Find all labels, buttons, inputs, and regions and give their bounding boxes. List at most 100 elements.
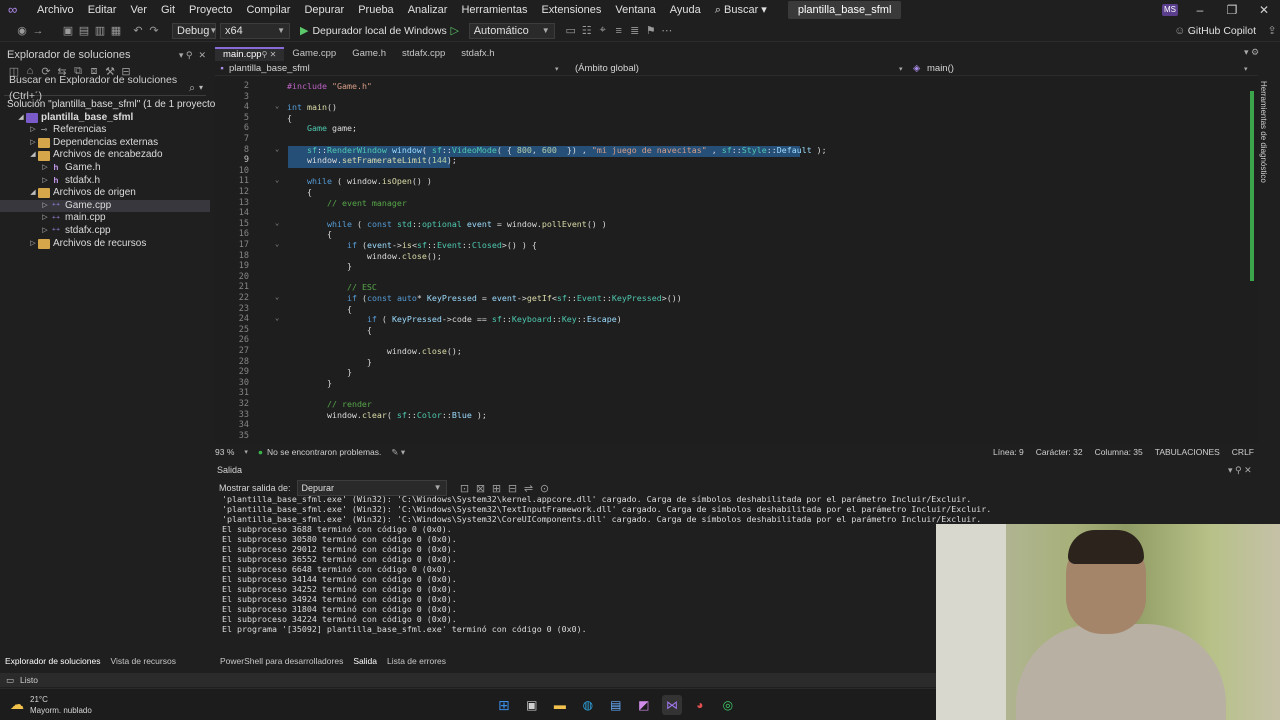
expand-chevron-icon[interactable]: ◢ — [28, 187, 38, 200]
code-line[interactable]: { — [287, 325, 372, 335]
code-line[interactable]: while ( const std::optional event = wind… — [287, 219, 607, 229]
code-line[interactable]: window.close(); — [287, 251, 442, 261]
notepad-icon[interactable]: ▤ — [606, 695, 626, 715]
output-find-icon[interactable]: ⊡ — [457, 482, 473, 495]
menu-item-prueba[interactable]: Prueba — [351, 0, 400, 20]
output-panel-controls-icon[interactable]: ▾ ⚲ ✕ — [1228, 465, 1252, 476]
tab-stdafx-cpp[interactable]: stdafx.cpp — [394, 47, 453, 61]
nav-scope-dropdown-icon[interactable]: ▾ — [899, 65, 913, 73]
bottom-tab-vista-de-recursos[interactable]: Vista de recursos — [105, 655, 181, 667]
fold-toggle-icon[interactable]: ⌄ — [275, 240, 279, 248]
editor-vertical-scrollbar[interactable] — [1247, 77, 1258, 444]
menu-item-compilar[interactable]: Compilar — [239, 0, 297, 20]
toolbar-tool-icon[interactable]: ▭ — [563, 24, 579, 37]
tree-item[interactable]: ▷ Archivos de recursos — [0, 238, 210, 251]
code-line[interactable]: if (const auto* KeyPressed = event->getI… — [287, 293, 682, 303]
output-text[interactable]: 'plantilla_base_sfml.exe' (Win32): 'C:\W… — [222, 494, 991, 634]
save-all-icon[interactable]: ▦ — [108, 24, 124, 37]
bottom-tab-powershell-para-desarrolladores[interactable]: PowerShell para desarrolladores — [215, 655, 348, 667]
copilot-button[interactable]: GitHub Copilot — [1188, 25, 1256, 37]
solution-search-input[interactable]: Buscar en Explorador de soluciones (Ctrl… — [4, 74, 206, 102]
code-line[interactable]: { — [287, 304, 352, 314]
menu-item-analizar[interactable]: Analizar — [401, 0, 455, 20]
bottom-tab-lista-de-errores[interactable]: Lista de errores — [382, 655, 451, 667]
tree-item[interactable]: ◢ plantilla_base_sfml — [0, 112, 210, 125]
share-icon[interactable]: ⇪ — [1264, 24, 1280, 37]
word-wrap-icon[interactable]: ⇌ — [521, 482, 537, 495]
edge-icon[interactable]: ◍ — [578, 695, 598, 715]
code-line[interactable]: if (event->is<sf::Event::Closed>() ) { — [287, 240, 537, 250]
close-icon[interactable]: ✕ — [1248, 0, 1280, 20]
output-filter-icon[interactable]: ⊙ — [537, 482, 553, 495]
nav-project[interactable]: plantilla_base_sfml — [229, 63, 555, 74]
tree-item[interactable]: ▷ ⁺⁺ Game.cpp — [0, 199, 210, 213]
tree-item[interactable]: ▷ ⊸ Referencias — [0, 124, 210, 137]
pin-icon[interactable]: ▾ ⚲ — [179, 48, 193, 62]
code-line[interactable]: // render — [287, 399, 372, 409]
toolbar-more-icon[interactable]: ⋯ — [659, 24, 675, 37]
fold-toggle-icon[interactable]: ⌄ — [275, 176, 279, 184]
undo-icon[interactable]: ↶ — [130, 24, 146, 37]
tabs-overflow-icon[interactable]: ▾ ⚙ — [1244, 47, 1259, 58]
code-line[interactable]: } — [287, 367, 352, 377]
menu-item-ver[interactable]: Ver — [123, 0, 154, 20]
code-line[interactable]: int main() — [287, 102, 337, 112]
code-line[interactable]: // event manager — [287, 198, 407, 208]
expand-chevron-icon[interactable]: ▷ — [40, 200, 50, 213]
code-line[interactable]: if ( KeyPressed->code == sf::Keyboard::K… — [287, 314, 622, 324]
mode-combo[interactable]: Automático ▼ — [468, 22, 555, 39]
tab-game-cpp[interactable]: Game.cpp — [284, 47, 344, 61]
config-combo[interactable]: Debug ▼ — [172, 22, 217, 39]
nav-project-dropdown-icon[interactable]: ▾ — [555, 65, 575, 73]
bookmark-icon[interactable]: ⚑ — [643, 24, 659, 37]
open-file-icon[interactable]: ▤ — [76, 24, 92, 37]
bottom-tab-explorador-de-soluciones[interactable]: Explorador de soluciones — [0, 655, 105, 667]
nav-member-dropdown-icon[interactable]: ▾ — [1244, 65, 1258, 73]
code-line[interactable]: { — [287, 229, 332, 239]
menu-item-git[interactable]: Git — [154, 0, 182, 20]
tab-game-h[interactable]: Game.h — [344, 47, 394, 61]
code-line[interactable]: window.setFramerateLimit(144); — [287, 155, 457, 165]
weather-icon[interactable]: ☁ — [10, 696, 24, 713]
menu-item-depurar[interactable]: Depurar — [297, 0, 351, 20]
task-view-icon[interactable]: ▣ — [522, 695, 542, 715]
clear-output-icon[interactable]: ⊟ — [505, 482, 521, 495]
code-line[interactable]: #include "Game.h" — [287, 81, 372, 91]
tree-item[interactable]: Solución "plantilla_base_sfml" (1 de 1 p… — [0, 99, 219, 112]
code-line[interactable]: } — [287, 357, 372, 367]
bottom-tab-salida[interactable]: Salida — [348, 655, 382, 667]
fold-toggle-icon[interactable]: ⌄ — [275, 314, 279, 322]
visual-studio-taskbar-icon[interactable]: ⋈ — [661, 694, 682, 715]
app-icon[interactable]: ◩ — [634, 695, 654, 715]
maximize-icon[interactable]: ❐ — [1216, 0, 1248, 20]
new-file-icon[interactable]: ▣ — [60, 24, 76, 37]
back-icon[interactable]: ◉ — [14, 24, 30, 37]
solution-name-badge[interactable]: plantilla_base_sfml — [787, 1, 902, 19]
code-editor[interactable]: 2 3 4 5 6 7 8 9 10 11 12 13 14 15 16 17 18 19 20 21 22 23 24 25… — [215, 77, 1258, 444]
expand-chevron-icon[interactable]: ▷ — [28, 238, 38, 251]
menu-item-archivo[interactable]: Archivo — [30, 0, 81, 20]
toolbar-snap-icon[interactable]: ⌖ — [595, 24, 611, 37]
cleanup-icon[interactable]: ✎ ▾ — [391, 447, 405, 458]
tab-stdafx-h[interactable]: stdafx.h — [453, 47, 502, 61]
expand-chevron-icon[interactable]: ◢ — [16, 112, 26, 125]
output-next-icon[interactable]: ⊠ — [473, 482, 489, 495]
panel-close-icon[interactable]: ✕ — [198, 48, 206, 62]
tree-item[interactable]: ▷ h stdafx.h — [0, 175, 210, 188]
expand-chevron-icon[interactable]: ▷ — [40, 175, 50, 188]
code-line[interactable]: // ESC — [287, 282, 377, 292]
expand-chevron-icon[interactable]: ▷ — [40, 212, 50, 225]
expand-chevron-icon[interactable]: ▷ — [28, 137, 38, 150]
code-line[interactable]: Game game; — [287, 123, 357, 133]
save-icon[interactable]: ▥ — [92, 24, 108, 37]
redo-icon[interactable]: ↷ — [146, 24, 162, 37]
code-line[interactable]: { — [287, 187, 312, 197]
diagnostics-sidebar[interactable]: Herramientas de diagnóstico — [1258, 77, 1270, 444]
toolbar-indent-icon[interactable]: ≡ — [611, 25, 627, 37]
code-line[interactable]: sf::RenderWindow window( sf::VideoMode( … — [287, 145, 827, 155]
play-icon[interactable]: ▶ — [300, 24, 308, 37]
menu-item-proyecto[interactable]: Proyecto — [182, 0, 239, 20]
search-menu[interactable]: ⌕ Buscar ▾ — [708, 0, 774, 20]
menu-item-herramientas[interactable]: Herramientas — [454, 0, 534, 20]
fold-toggle-icon[interactable]: ⌄ — [275, 145, 279, 153]
